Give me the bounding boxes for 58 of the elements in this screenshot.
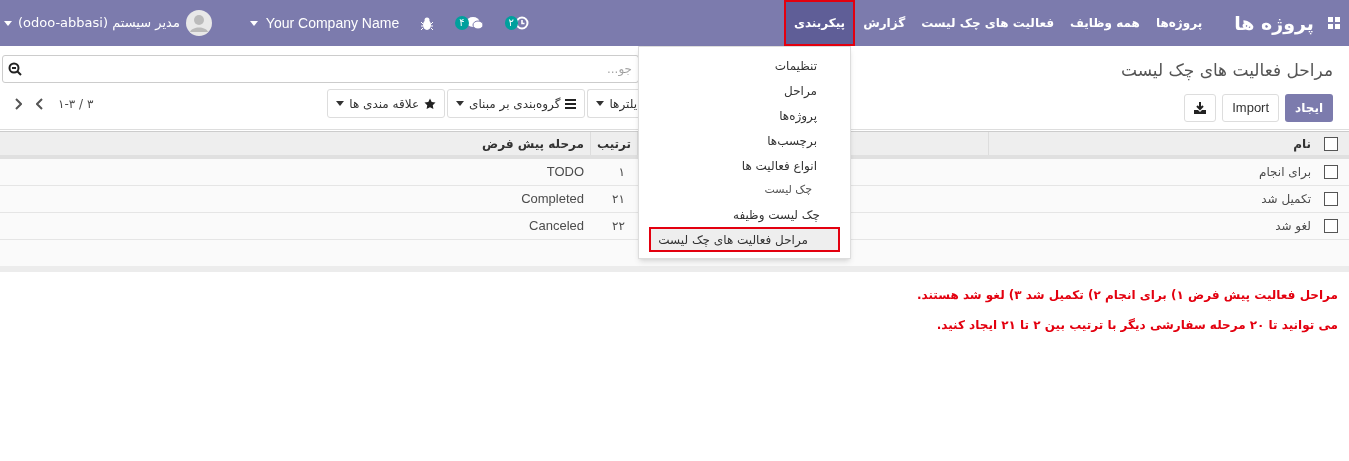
company-switcher[interactable]: Your Company Name (249, 12, 400, 34)
checkbox[interactable] (1324, 165, 1338, 179)
chat-icon (465, 16, 483, 30)
table-cell-text: برای انجام (1259, 164, 1311, 181)
table-cell-text: لغو شد (1275, 218, 1311, 235)
search-option-dropdown[interactable]: علاقه مندی ها (327, 89, 446, 118)
caret-icon (249, 20, 258, 26)
checkbox[interactable] (1324, 136, 1338, 151)
table-cell-text: Completed (521, 190, 584, 209)
dropdown-menu-item[interactable]: مراحل (639, 78, 850, 103)
user-menu[interactable]: مدیر سیستم (odoo-abbasi) (4, 10, 212, 36)
download-icon (1194, 101, 1207, 114)
menu-section-header: چک لیست (763, 181, 813, 198)
note-text: مراحل فعالیت پیش فرض ۱) برای انجام ۲) تکمیل شد ۳) لغو شد هستند. (915, 287, 1338, 304)
avatar-icon (185, 10, 212, 36)
table-cell-text: Canceled (529, 217, 584, 236)
list-icon (565, 98, 577, 109)
note-text: می توانید تا ۲۰ مرحله سفارشی دیگر با ترتیب بین ۲ تا ۲۱ ایجاد کنید. (935, 317, 1338, 334)
bug-icon[interactable] (421, 16, 434, 30)
caret-icon (596, 101, 605, 106)
search-field[interactable]: جو... (2, 55, 639, 83)
dropdown-menu-item[interactable]: چک لیست وظیفه (639, 202, 850, 227)
table-cell-text: ۱ (618, 164, 625, 181)
create-button[interactable]: ایجاد (1285, 93, 1333, 122)
search-option-dropdown[interactable]: گروه‌بندی بر مبنای (447, 89, 586, 118)
menu-tab[interactable]: فعالیت های چک لیست (913, 0, 1062, 46)
download-button[interactable] (1184, 93, 1217, 122)
menu-tab[interactable]: پیکربندی (783, 0, 856, 46)
checkbox[interactable] (1324, 219, 1338, 233)
dropdown-menu-item[interactable]: پروژه‌ها (639, 103, 850, 128)
pager-range: ۱-۳ / ۳ (58, 95, 94, 113)
count-badge: ۴ (455, 16, 469, 30)
breadcrumb: مراحل فعالیت های چک لیست (1120, 59, 1333, 83)
dropdown-menu-item[interactable]: تنظیمات (639, 53, 850, 78)
caret-icon (4, 20, 12, 26)
caret-icon (456, 101, 465, 106)
column-header[interactable]: مرحله پیش فرض (0, 132, 590, 155)
menu-tab[interactable]: همه وظایف (1062, 0, 1148, 46)
import-button[interactable]: Import (1222, 93, 1280, 122)
search-option-dropdown[interactable]: یلترها (587, 89, 639, 118)
column-header[interactable]: نام (988, 132, 1313, 155)
count-badge: ۲ (504, 16, 518, 30)
dropdown-menu-item[interactable]: انواع فعالیت ها (639, 153, 850, 178)
table-cell-text: ۲۲ (612, 218, 625, 235)
table-cell-text: ۲۱ (612, 191, 625, 208)
table-cell-text: TODO (546, 163, 584, 182)
checkbox[interactable] (1324, 192, 1338, 206)
app-title: پروژه ها (1234, 10, 1314, 37)
apps-grid-icon[interactable] (1328, 17, 1340, 29)
table-cell-text: تکمیل شد (1261, 191, 1311, 208)
dropdown-menu-item[interactable]: برچسب‌ها (639, 128, 850, 153)
menu-tab[interactable]: گزارش (855, 0, 914, 46)
clock-icon (514, 16, 529, 30)
search-icon[interactable] (8, 62, 22, 76)
menu-tab[interactable]: پروژه‌ها (1147, 0, 1211, 46)
star-icon (424, 97, 437, 110)
dropdown-menu-item[interactable]: مراحل فعالیت های چک لیست (649, 227, 840, 252)
caret-icon (336, 101, 345, 106)
